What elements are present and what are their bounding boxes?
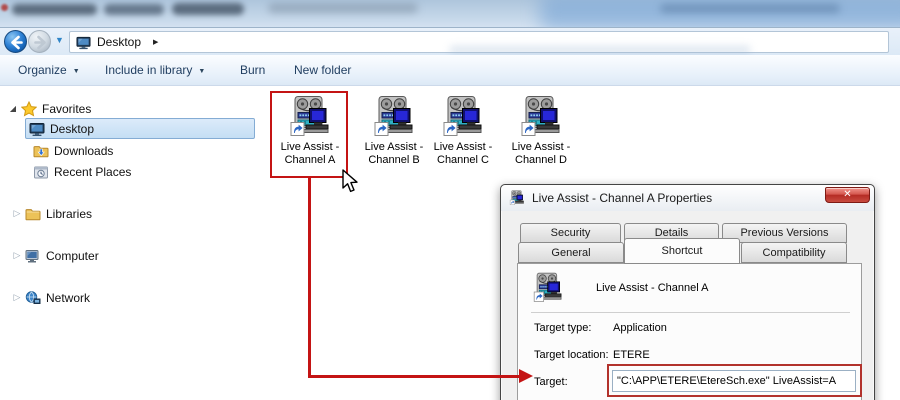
- address-breadcrumb-bar[interactable]: Desktop ▶: [69, 31, 889, 53]
- dialog-titlebar[interactable]: Live Assist - Channel A Properties: [501, 185, 874, 211]
- tab-compatibility[interactable]: Compatibility: [741, 242, 847, 263]
- network-globe-icon: [25, 290, 41, 306]
- command-toolbar: Organize ▼ Include in library ▼ Burn New f…: [0, 55, 900, 86]
- live-assist-app-icon: [519, 95, 563, 139]
- shortcut-label-line2: Channel C: [424, 154, 502, 167]
- downloads-folder-icon: [33, 143, 49, 159]
- annotation-arrow-line-vertical: [308, 178, 311, 377]
- target-label: Target:: [534, 376, 568, 388]
- expander-collapsed-icon[interactable]: ▷: [12, 250, 22, 261]
- expander-collapsed-icon[interactable]: ▷: [12, 208, 22, 219]
- breadcrumb-arrow-icon[interactable]: ▶: [153, 38, 158, 46]
- burn-button[interactable]: Burn: [240, 55, 265, 86]
- favorites-star-icon: [21, 101, 37, 117]
- organize-label: Organize: [18, 63, 67, 77]
- shortcut-label-line2: Channel B: [355, 154, 433, 167]
- expander-collapsed-icon[interactable]: ▷: [12, 292, 22, 303]
- window-titlebar-blurred: [0, 0, 900, 27]
- live-assist-app-icon: [372, 95, 416, 139]
- properties-dialog: Live Assist - Channel A Properties ✕ Sec…: [500, 184, 875, 400]
- recent-pages-dropdown-icon[interactable]: ▼: [55, 35, 64, 45]
- blurred-blob: [104, 4, 164, 15]
- chevron-down-icon: ▼: [198, 68, 205, 75]
- organize-menu-button[interactable]: Organize ▼: [18, 55, 80, 86]
- shortcut-label-line1: Live Assist -: [355, 141, 433, 154]
- breadcrumb-location[interactable]: Desktop: [97, 35, 141, 49]
- annotation-arrowhead: [519, 369, 533, 383]
- sidebar-item-label: Computer: [46, 249, 99, 263]
- shortcut-label-line1: Live Assist -: [502, 141, 580, 154]
- include-in-library-menu-button[interactable]: Include in library ▼: [105, 55, 205, 86]
- recent-places-icon: [33, 164, 49, 180]
- sidebar-item-network[interactable]: ▷ Network: [12, 287, 90, 308]
- annotation-arrow-line-horizontal: [308, 375, 519, 378]
- target-path-input[interactable]: [612, 370, 856, 392]
- libraries-folder-icon: [25, 206, 41, 222]
- tab-shortcut-active[interactable]: Shortcut: [624, 238, 740, 264]
- sidebar-item-computer[interactable]: ▷ Computer: [12, 245, 99, 266]
- blurred-blob: [12, 4, 97, 15]
- sidebar-item-favorites[interactable]: ◢ Favorites: [8, 98, 91, 119]
- expander-expanded-icon[interactable]: ◢: [8, 104, 18, 113]
- desktop-location-icon: [76, 35, 91, 50]
- sidebar-item-label: Favorites: [42, 102, 91, 116]
- back-button[interactable]: [4, 30, 27, 53]
- sidebar-item-label: Libraries: [46, 207, 92, 221]
- annotation-red-box-channel-a: [270, 91, 348, 178]
- tab-previous-versions[interactable]: Previous Versions: [722, 223, 847, 243]
- shortcut-live-assist-channel-c[interactable]: Live Assist - Channel C: [424, 92, 502, 167]
- sidebar-item-label: Downloads: [54, 144, 113, 158]
- live-assist-app-icon: [509, 190, 525, 206]
- blurred-blob: [660, 4, 840, 13]
- new-folder-button[interactable]: New folder: [294, 55, 351, 86]
- live-assist-app-icon: [532, 272, 564, 304]
- explorer-window: ▼ Desktop ▶ Organize ▼ Include in library…: [0, 0, 900, 400]
- close-icon: ✕: [843, 189, 851, 200]
- sidebar-item-libraries[interactable]: ▷ Libraries: [12, 203, 92, 224]
- sidebar-item-downloads[interactable]: Downloads: [30, 140, 113, 161]
- sidebar-item-recent-places[interactable]: Recent Places: [30, 161, 131, 182]
- back-arrow-icon: [5, 31, 28, 54]
- shortcut-label-line2: Channel D: [502, 154, 580, 167]
- target-type-label: Target type:: [534, 322, 591, 334]
- separator: [531, 312, 850, 313]
- forward-arrow-icon: [29, 31, 52, 54]
- close-button[interactable]: ✕: [825, 187, 870, 203]
- blurred-blob: [1, 4, 8, 11]
- blurred-blob: [172, 3, 244, 15]
- tab-general[interactable]: General: [518, 242, 624, 263]
- forward-button[interactable]: [28, 30, 51, 53]
- live-assist-app-icon: [441, 95, 485, 139]
- include-in-library-label: Include in library: [105, 63, 192, 77]
- shortcut-tab-page: Live Assist - Channel A Target type: App…: [517, 263, 862, 400]
- shortcut-name: Live Assist - Channel A: [596, 282, 709, 294]
- chevron-down-icon: ▼: [73, 68, 80, 75]
- target-type-value: Application: [613, 322, 667, 334]
- tab-security[interactable]: Security: [520, 223, 621, 243]
- shortcut-label-line1: Live Assist -: [424, 141, 502, 154]
- sidebar-item-label: Network: [46, 291, 90, 305]
- target-location-value: ETERE: [613, 349, 650, 361]
- blurred-blob: [268, 3, 418, 13]
- dialog-title: Live Assist - Channel A Properties: [532, 191, 712, 205]
- address-bar-row: ▼ Desktop ▶: [0, 27, 900, 55]
- desktop-icon: [29, 121, 45, 137]
- sidebar-item-label: Desktop: [50, 122, 94, 136]
- blurred-blob: [450, 46, 750, 54]
- sidebar-item-desktop-selected[interactable]: Desktop: [25, 118, 255, 139]
- shortcut-live-assist-channel-d[interactable]: Live Assist - Channel D: [502, 92, 580, 167]
- target-location-label: Target location:: [534, 349, 609, 361]
- computer-icon: [25, 248, 41, 264]
- shortcut-live-assist-channel-b[interactable]: Live Assist - Channel B: [355, 92, 433, 167]
- mouse-cursor-icon: [341, 169, 363, 195]
- sidebar-item-label: Recent Places: [54, 165, 131, 179]
